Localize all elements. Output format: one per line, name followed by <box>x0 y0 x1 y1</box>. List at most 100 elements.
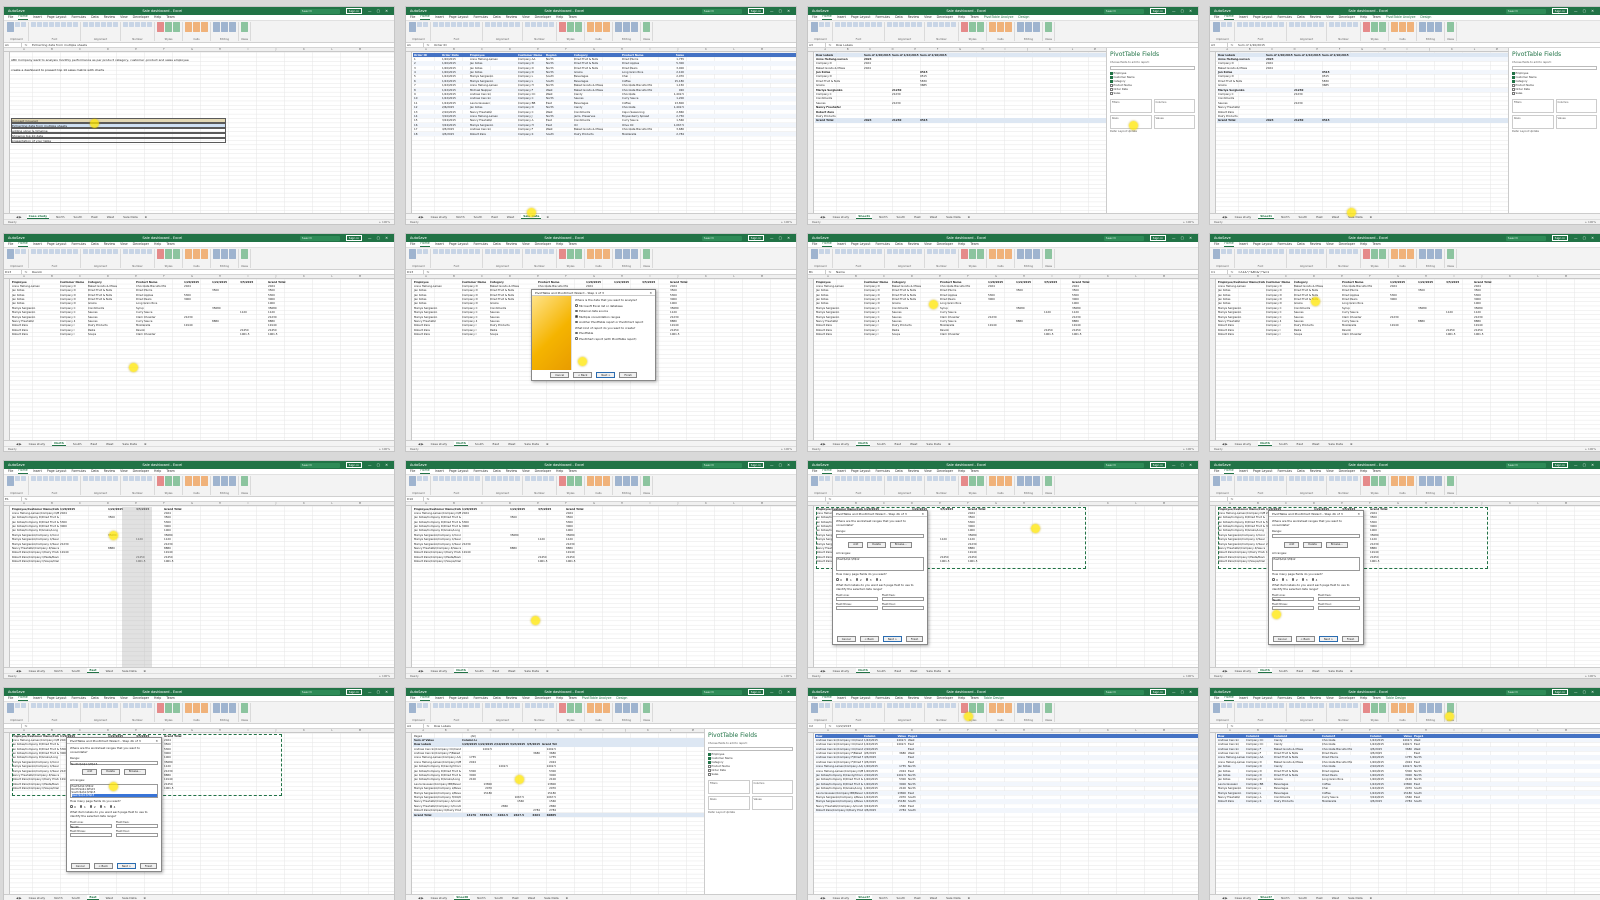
add-sheet-icon[interactable]: ⊕ <box>948 669 951 673</box>
ribbon-button-icon[interactable] <box>537 249 542 254</box>
sheet-tab[interactable]: East <box>89 442 99 446</box>
ribbon-button-icon[interactable] <box>1279 703 1284 708</box>
ribbon-button-icon[interactable] <box>485 476 490 481</box>
sheet-tab[interactable]: South <box>1277 669 1290 673</box>
ribbon-button-icon[interactable] <box>439 22 444 27</box>
radio-icon[interactable] <box>836 578 839 581</box>
ribbon-button-icon[interactable] <box>859 703 864 708</box>
column-header[interactable]: B <box>38 275 66 278</box>
ribbon-button-icon[interactable] <box>113 703 118 708</box>
ribbon-button-icon[interactable] <box>977 703 984 713</box>
ribbon-button-icon[interactable] <box>1249 476 1254 481</box>
checkbox-icon[interactable] <box>708 761 711 764</box>
fx-icon[interactable]: fx <box>826 43 834 47</box>
ribbon-button-icon[interactable] <box>173 476 180 486</box>
add-sheet-icon[interactable]: ⊕ <box>968 215 971 219</box>
column-header[interactable]: F <box>552 48 580 51</box>
ribbon-button-icon[interactable] <box>67 249 72 254</box>
sheet-tab[interactable]: South <box>492 896 505 900</box>
ribbon-button-icon[interactable] <box>1341 249 1346 254</box>
sheet-nav-icon[interactable]: ◀ ▶ <box>1222 442 1228 446</box>
field-item[interactable]: Sales <box>708 773 793 776</box>
ribbon-tab[interactable]: Page Layout <box>47 241 67 247</box>
range-button[interactable]: Delete <box>1303 541 1322 548</box>
sheet-tab[interactable]: Sale Data <box>120 669 139 673</box>
column-header[interactable]: G <box>580 48 608 51</box>
ribbon-button-icon[interactable] <box>951 703 956 708</box>
column-header[interactable]: I <box>1440 729 1468 732</box>
zoom-level[interactable]: + 100% <box>1585 447 1596 451</box>
sheet-tab[interactable]: Case study <box>1233 215 1254 219</box>
ribbon-button-icon[interactable] <box>1243 22 1248 27</box>
window-controls[interactable]: — ▢ ✕ <box>1574 690 1596 694</box>
sheet-nav-icon[interactable]: ◀ ▶ <box>16 669 22 673</box>
signin-button[interactable]: Sign in <box>1149 235 1167 241</box>
column-header[interactable]: H <box>608 275 636 278</box>
table-cell[interactable]: 2784 <box>891 808 907 812</box>
sheet-tab[interactable]: South <box>894 215 907 219</box>
column-header[interactable]: D <box>881 48 903 51</box>
window-controls[interactable]: — ▢ ✕ <box>368 463 390 467</box>
source-option[interactable]: Microsoft Excel list or database <box>575 304 652 308</box>
ribbon-button-icon[interactable] <box>1267 476 1272 481</box>
wizard-button[interactable]: < Back <box>93 863 113 869</box>
table-cell[interactable] <box>1417 332 1445 336</box>
ribbon-button-icon[interactable] <box>491 249 496 254</box>
ribbon-button-icon[interactable] <box>1419 476 1426 486</box>
column-header[interactable]: K <box>1094 502 1122 505</box>
cell-grid[interactable]: ABCDEFGHIJKLMEmployee/Customer Name/Cate… <box>4 729 394 894</box>
ribbon-button-icon[interactable] <box>825 703 830 708</box>
name-box[interactable]: A1 <box>4 43 22 47</box>
ribbon-button-icon[interactable] <box>893 476 898 481</box>
sheet-tab[interactable]: North <box>454 215 466 219</box>
ribbon-tab[interactable]: View <box>1326 695 1334 701</box>
ribbon-button-icon[interactable] <box>623 476 630 486</box>
ribbon-button-icon[interactable] <box>433 476 438 481</box>
ribbon-button-icon[interactable] <box>15 476 20 481</box>
column-header[interactable]: J <box>1016 48 1038 51</box>
ribbon-button-icon[interactable] <box>853 476 858 481</box>
ribbon-button-icon[interactable] <box>567 249 574 259</box>
column-header[interactable]: I <box>636 502 664 505</box>
ribbon-button-icon[interactable] <box>1371 249 1378 259</box>
column-header[interactable]: J <box>262 502 290 505</box>
add-sheet-icon[interactable]: ⊕ <box>546 669 549 673</box>
column-header[interactable]: C <box>66 48 94 51</box>
radio-icon[interactable] <box>845 578 849 581</box>
field-search-input[interactable] <box>1110 66 1195 70</box>
ribbon-button-icon[interactable] <box>623 249 630 259</box>
ribbon-tab[interactable]: Help <box>1360 241 1367 247</box>
sheet-tab[interactable]: Sale Data <box>542 896 561 900</box>
page-field-option[interactable]: 0 <box>1272 578 1278 582</box>
field-item[interactable]: Product Name <box>1110 84 1195 87</box>
ribbon-button-icon[interactable] <box>847 703 852 708</box>
ribbon-button-icon[interactable] <box>157 476 164 486</box>
ribbon-button-icon[interactable] <box>835 703 840 708</box>
ribbon-button-icon[interactable] <box>463 703 468 708</box>
ribbon-button-icon[interactable] <box>485 703 490 708</box>
ribbon-button-icon[interactable] <box>201 476 208 486</box>
ribbon-tab[interactable]: Formulas <box>72 468 87 474</box>
field-input[interactable] <box>836 596 878 601</box>
sheet-nav-icon[interactable]: ◀ ▶ <box>16 896 22 900</box>
ribbon-tab[interactable]: View <box>1326 468 1334 474</box>
ribbon-button-icon[interactable] <box>221 22 228 32</box>
ribbon-tab[interactable]: Developer <box>535 695 551 701</box>
ribbon-button-icon[interactable] <box>55 249 60 254</box>
ribbon-tab[interactable]: Developer <box>1339 241 1355 247</box>
ribbon-button-icon[interactable] <box>1447 22 1454 32</box>
radio-icon[interactable] <box>575 331 578 335</box>
ribbon-button-icon[interactable] <box>67 22 72 27</box>
ribbon-button-icon[interactable] <box>1363 476 1370 486</box>
radio-icon[interactable] <box>1272 578 1275 581</box>
ribbon-tab[interactable]: Review <box>1310 468 1321 474</box>
ribbon-button-icon[interactable] <box>417 22 422 27</box>
ribbon-tab[interactable]: File <box>812 14 817 20</box>
ribbon-tab[interactable]: Page Layout <box>47 14 67 20</box>
ribbon-tab[interactable]: View <box>120 695 128 701</box>
field-item[interactable]: Category <box>1110 80 1195 83</box>
ribbon-button-icon[interactable] <box>917 476 922 481</box>
ribbon-button-icon[interactable] <box>129 703 134 708</box>
ribbon-tab[interactable]: View <box>120 241 128 247</box>
ribbon-button-icon[interactable] <box>123 476 128 481</box>
